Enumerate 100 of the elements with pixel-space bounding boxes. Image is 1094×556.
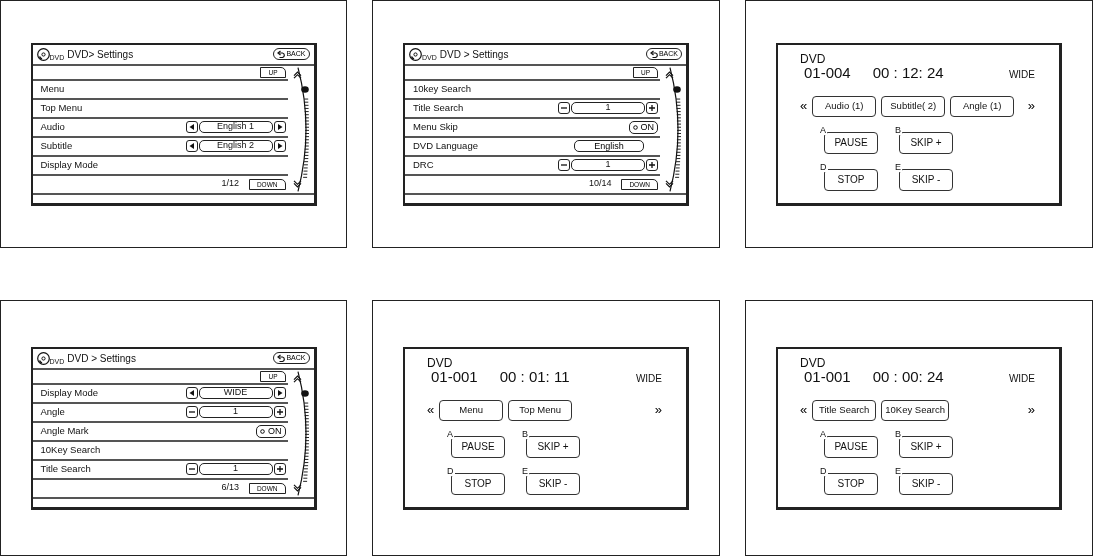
- value-button[interactable]: English: [574, 140, 644, 152]
- page-counter: 1/12: [221, 177, 239, 191]
- key-letter: D: [820, 466, 828, 476]
- plus-button[interactable]: [646, 102, 658, 114]
- on-toggle[interactable]: ON: [628, 120, 658, 134]
- previous-button[interactable]: [185, 140, 198, 152]
- next-button[interactable]: [273, 140, 286, 152]
- minus-button[interactable]: [558, 102, 570, 114]
- return-arrow-icon: [649, 50, 658, 58]
- value-field: 1: [571, 102, 645, 114]
- minus-icon: [560, 161, 568, 169]
- setting-label: DVD Language: [413, 138, 478, 153]
- track-number: 01-004: [804, 64, 851, 81]
- setting-label: Audio: [40, 119, 65, 134]
- setting-label: Menu Skip: [413, 119, 458, 134]
- key-letter: E: [895, 466, 902, 476]
- setting-label: Angle Mark: [40, 423, 89, 438]
- key-letter: B: [522, 429, 529, 439]
- track-number: 01-001: [804, 368, 851, 385]
- value-field: 1: [198, 463, 273, 475]
- plus-button[interactable]: [273, 463, 286, 475]
- next-button[interactable]: [273, 121, 286, 133]
- setting-label: Angle: [40, 404, 65, 419]
- value-field: 1: [571, 159, 645, 171]
- setting-label: Display Mode: [40, 157, 99, 172]
- previous-page-button[interactable]: «: [800, 403, 808, 417]
- function-button[interactable]: 10Key Search: [881, 399, 949, 421]
- return-arrow-icon: [277, 354, 286, 362]
- plus-icon: [275, 465, 284, 473]
- minus-button[interactable]: [558, 159, 570, 171]
- elapsed-time: 00 : 00: 24: [872, 368, 944, 385]
- previous-page-button[interactable]: «: [427, 403, 435, 417]
- display-mode: WIDE: [1008, 68, 1035, 81]
- return-arrow-icon: [277, 50, 286, 58]
- minus-button[interactable]: [185, 463, 198, 475]
- setting-label: Top Menu: [40, 100, 83, 115]
- source-label: DVD: [800, 356, 827, 369]
- setting-label: Menu: [40, 81, 65, 96]
- key-letter: A: [820, 429, 827, 439]
- disc-icon: [409, 47, 422, 61]
- key-letter: D: [820, 162, 828, 172]
- setting-label: Subtitle: [40, 138, 73, 153]
- function-button[interactable]: Audio (1): [812, 95, 877, 117]
- key-letter: B: [895, 429, 902, 439]
- source-label: DVD: [800, 52, 827, 65]
- value-field: English 1: [198, 121, 273, 133]
- minus-icon: [187, 408, 196, 416]
- scroll-down-icon[interactable]: [292, 483, 302, 492]
- setting-label: DRC: [413, 157, 434, 172]
- key-letter: D: [447, 466, 455, 476]
- minus-button[interactable]: [185, 406, 198, 418]
- minus-icon: [560, 104, 568, 112]
- next-button[interactable]: [273, 387, 286, 399]
- plus-button[interactable]: [646, 159, 658, 171]
- plus-icon: [275, 408, 284, 416]
- page-counter: 10/14: [588, 177, 612, 191]
- previous-icon: [187, 142, 196, 150]
- breadcrumb: DVD > Settings: [439, 47, 509, 62]
- key-letter: E: [895, 162, 902, 172]
- track-number: 01-001: [431, 368, 478, 385]
- disc-icon: [36, 47, 50, 61]
- scroll-up-icon[interactable]: [292, 70, 302, 79]
- on-toggle[interactable]: ON: [256, 424, 286, 438]
- next-icon: [275, 142, 284, 150]
- elapsed-time: 00 : 01: 11: [499, 368, 570, 385]
- next-page-button[interactable]: »: [1027, 99, 1035, 113]
- previous-button[interactable]: [185, 121, 198, 133]
- breadcrumb: DVD > Settings: [67, 351, 136, 366]
- function-button[interactable]: Menu: [439, 399, 504, 421]
- value-field: WIDE: [198, 387, 273, 399]
- minus-icon: [187, 465, 196, 473]
- plus-button[interactable]: [273, 406, 286, 418]
- scroll-down-icon[interactable]: [292, 179, 302, 188]
- previous-page-button[interactable]: «: [800, 99, 808, 113]
- scroll-up-icon[interactable]: [292, 374, 302, 383]
- setting-label: 10Key Search: [40, 442, 101, 457]
- plus-icon: [648, 104, 656, 112]
- elapsed-time: 00 : 12: 24: [872, 64, 944, 81]
- next-page-button[interactable]: »: [1027, 403, 1035, 417]
- indicator-icon: [260, 428, 265, 434]
- scroll-thumb[interactable]: [300, 85, 309, 93]
- scroll-up-icon[interactable]: [665, 70, 674, 79]
- key-letter: E: [522, 466, 529, 476]
- function-button[interactable]: Angle (1): [950, 95, 1015, 117]
- next-page-button[interactable]: »: [654, 403, 662, 417]
- next-icon: [275, 389, 284, 397]
- key-letter: B: [895, 125, 902, 135]
- function-button[interactable]: Top Menu: [508, 399, 573, 421]
- setting-label: Title Search: [40, 461, 91, 476]
- source-label: DVD: [427, 356, 454, 369]
- scroll-thumb[interactable]: [673, 85, 681, 93]
- key-letter: A: [447, 429, 454, 439]
- scroll-down-icon[interactable]: [665, 179, 674, 188]
- function-button[interactable]: Title Search: [812, 399, 877, 421]
- page-counter: 6/13: [221, 481, 239, 495]
- previous-icon: [187, 389, 196, 397]
- previous-button[interactable]: [185, 387, 198, 399]
- scroll-thumb[interactable]: [300, 389, 309, 397]
- previous-icon: [187, 123, 196, 131]
- function-button[interactable]: Subtitle( 2): [881, 95, 946, 117]
